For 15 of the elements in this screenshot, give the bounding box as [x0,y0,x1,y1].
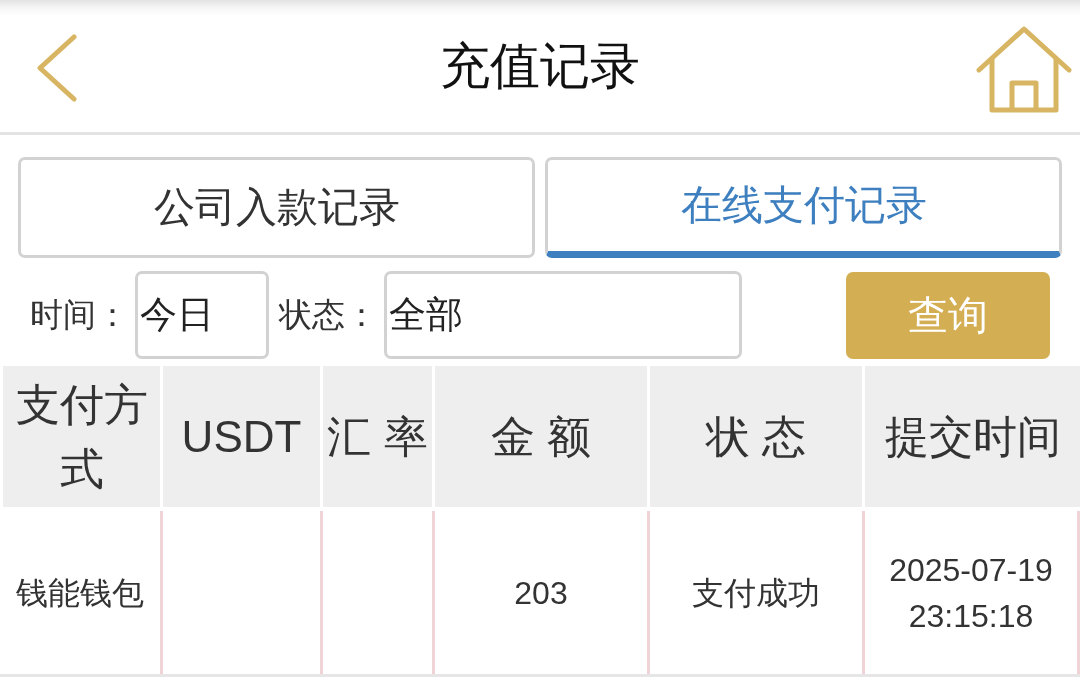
table-header-cell: 汇 率 [323,366,435,507]
table-header-cell: 提交时间 [865,366,1080,507]
tab[interactable]: 公司入款记录 [18,157,535,258]
time-label: 时间： [30,294,129,335]
page-title: 充值记录 [440,37,640,96]
back-chevron-icon[interactable] [36,34,78,102]
time-field[interactable]: 今日 [135,271,269,359]
table-header-cell: 支付方式 [0,366,163,507]
table-header-cell: 金 额 [435,366,650,507]
tab[interactable]: 在线支付记录 [545,157,1062,258]
status-field[interactable]: 全部 [384,271,742,359]
status-label: 状态： [279,294,378,335]
table-header-cell: USDT [163,366,323,507]
table-header-cell: 状 态 [650,366,865,507]
home-icon[interactable] [976,26,1072,114]
